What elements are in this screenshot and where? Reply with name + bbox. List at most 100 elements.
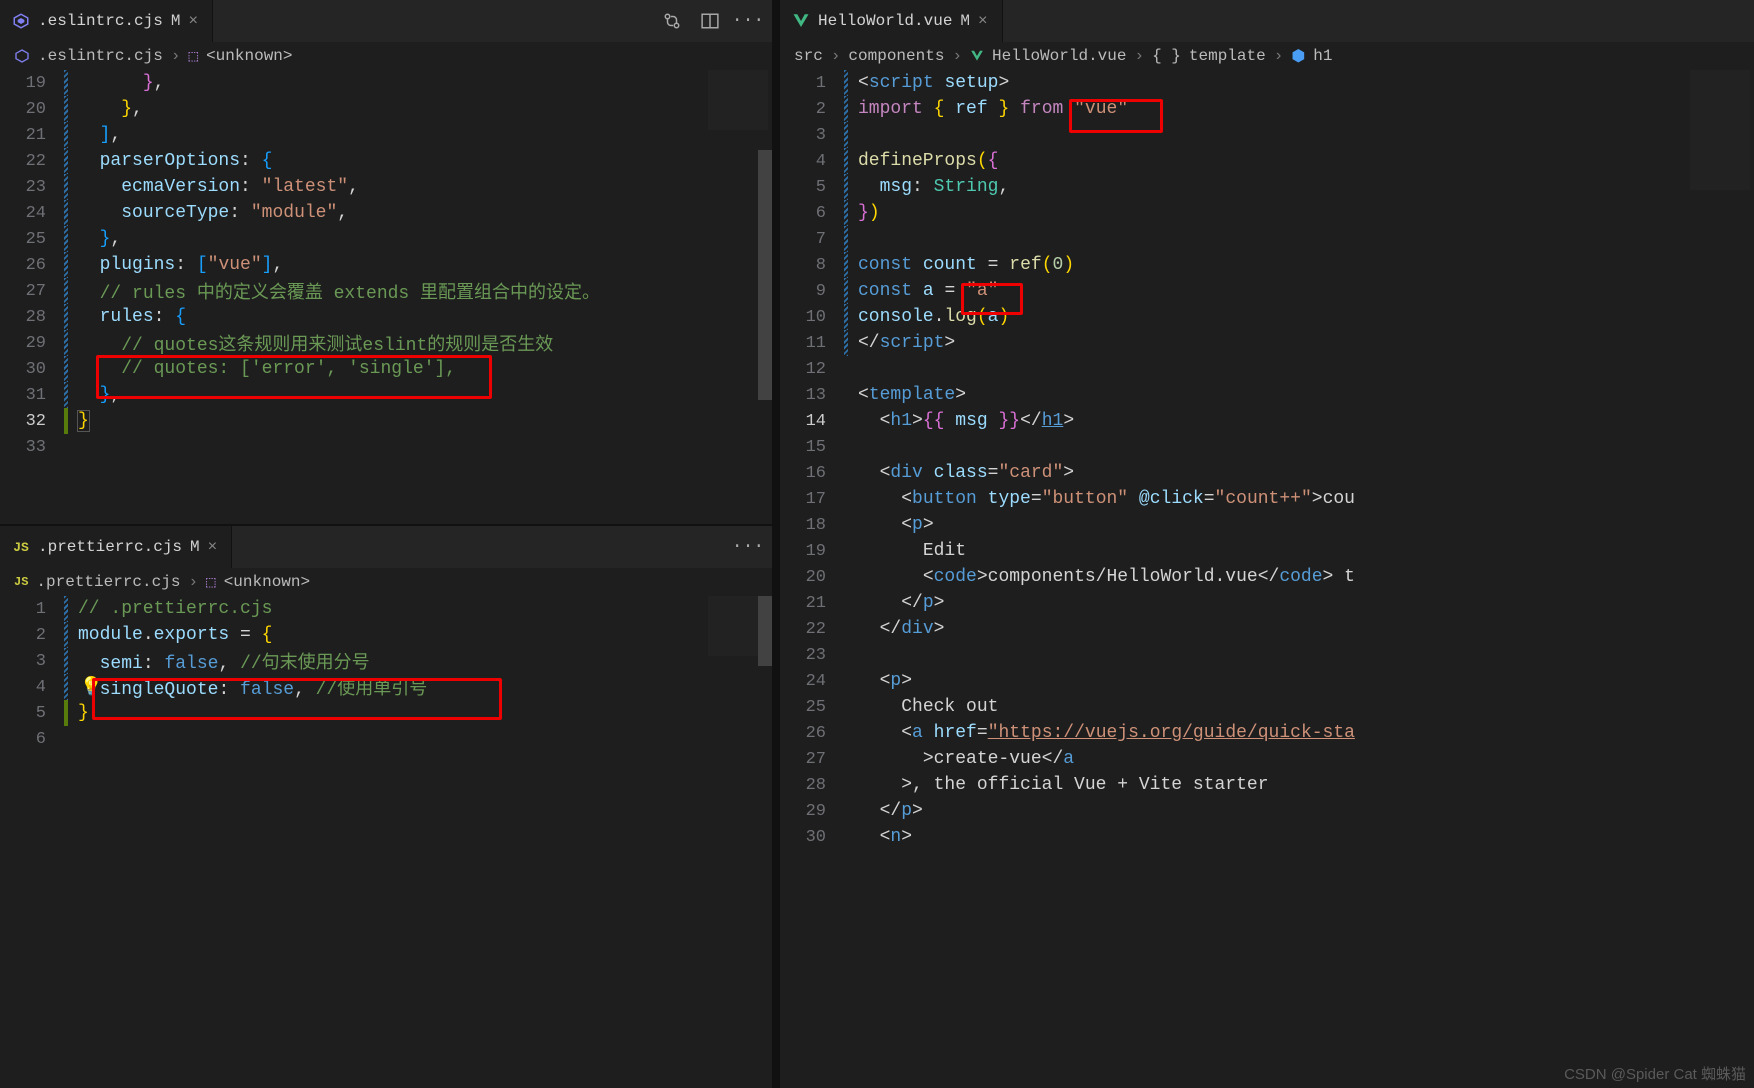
- code-content[interactable]: </div>: [858, 619, 944, 639]
- code-line[interactable]: 17 <button type="button" @click="count++…: [780, 486, 1754, 512]
- code-content[interactable]: <button type="button" @click="count++">c…: [858, 489, 1355, 509]
- close-icon[interactable]: ×: [208, 538, 218, 556]
- code-line[interactable]: 33: [0, 434, 772, 460]
- crumb-symbol[interactable]: <unknown>: [206, 47, 292, 65]
- code-line[interactable]: 15: [780, 434, 1754, 460]
- code-line[interactable]: 32}: [0, 408, 772, 434]
- vertical-splitter[interactable]: [772, 0, 780, 1088]
- code-line[interactable]: 10console.log(a): [780, 304, 1754, 330]
- code-line[interactable]: 1<script setup>: [780, 70, 1754, 96]
- code-line[interactable]: 25 },: [0, 226, 772, 252]
- code-line[interactable]: 27 // rules 中的定义会覆盖 extends 里配置组合中的设定。: [0, 278, 772, 304]
- code-line[interactable]: 28 rules: {: [0, 304, 772, 330]
- minimap[interactable]: [1690, 70, 1750, 190]
- code-line[interactable]: 7: [780, 226, 1754, 252]
- code-content[interactable]: const count = ref(0): [858, 255, 1074, 275]
- code-line[interactable]: 22 parserOptions: {: [0, 148, 772, 174]
- code-line[interactable]: 24 sourceType: "module",: [0, 200, 772, 226]
- code-line[interactable]: 21 ],: [0, 122, 772, 148]
- code-line[interactable]: 25 Check out: [780, 694, 1754, 720]
- git-compare-icon[interactable]: [662, 11, 682, 31]
- code-line[interactable]: 29 // quotes这条规则用来测试eslint的规则是否生效: [0, 330, 772, 356]
- code-content[interactable]: ],: [78, 125, 121, 145]
- code-line[interactable]: 6}): [780, 200, 1754, 226]
- code-content[interactable]: Check out: [858, 697, 998, 717]
- code-line[interactable]: 13<template>: [780, 382, 1754, 408]
- code-line[interactable]: 1// .prettierrc.cjs: [0, 596, 772, 622]
- code-line[interactable]: 28 >, the official Vue + Vite starter: [780, 772, 1754, 798]
- code-editor[interactable]: 19 },20 },21 ],22 parserOptions: {23 ecm…: [0, 70, 772, 526]
- more-actions-icon[interactable]: ···: [738, 537, 758, 557]
- crumb-file[interactable]: .eslintrc.cjs: [38, 47, 163, 65]
- code-line[interactable]: 19 },: [0, 70, 772, 96]
- code-content[interactable]: <div class="card">: [858, 463, 1074, 483]
- code-content[interactable]: ecmaVersion: "latest",: [78, 177, 359, 197]
- code-line[interactable]: 2import { ref } from "vue": [780, 96, 1754, 122]
- code-line[interactable]: 3: [780, 122, 1754, 148]
- code-content[interactable]: <p>: [858, 515, 934, 535]
- code-line[interactable]: 6: [0, 726, 772, 752]
- code-editor[interactable]: 💡 1// .prettierrc.cjs2module.exports = {…: [0, 596, 772, 1088]
- code-content[interactable]: }): [858, 203, 880, 223]
- crumb-h1[interactable]: h1: [1313, 47, 1332, 65]
- code-content[interactable]: <code>components/HelloWorld.vue</code> t: [858, 567, 1355, 587]
- code-line[interactable]: 26 <a href="https://vuejs.org/guide/quic…: [780, 720, 1754, 746]
- breadcrumb[interactable]: src › components › HelloWorld.vue › { } …: [780, 42, 1754, 70]
- crumb-template[interactable]: template: [1189, 47, 1266, 65]
- code-line[interactable]: 9const a = "a": [780, 278, 1754, 304]
- code-content[interactable]: </script>: [858, 333, 955, 353]
- close-icon[interactable]: ×: [188, 12, 198, 30]
- code-line[interactable]: 11</script>: [780, 330, 1754, 356]
- code-content[interactable]: plugins: ["vue"],: [78, 255, 283, 275]
- code-content[interactable]: },: [78, 73, 164, 93]
- minimap[interactable]: [708, 70, 768, 130]
- code-content[interactable]: Edit: [858, 541, 966, 561]
- code-content[interactable]: <h1>{{ msg }}</h1>: [858, 411, 1074, 431]
- code-content[interactable]: }: [78, 411, 89, 431]
- code-line[interactable]: 16 <div class="card">: [780, 460, 1754, 486]
- crumb-src[interactable]: src: [794, 47, 823, 65]
- code-line[interactable]: 8const count = ref(0): [780, 252, 1754, 278]
- code-line[interactable]: 30 <n>: [780, 824, 1754, 850]
- code-content[interactable]: // .prettierrc.cjs: [78, 599, 272, 619]
- code-line[interactable]: 20 },: [0, 96, 772, 122]
- tab-helloworld[interactable]: HelloWorld.vue M ×: [780, 0, 1003, 42]
- code-content[interactable]: <n>: [858, 827, 912, 847]
- code-content[interactable]: <template>: [858, 385, 966, 405]
- close-icon[interactable]: ×: [978, 12, 988, 30]
- crumb-components[interactable]: components: [848, 47, 944, 65]
- code-content[interactable]: semi: false, //句末使用分号: [78, 648, 370, 674]
- code-content[interactable]: },: [78, 99, 143, 119]
- horizontal-splitter[interactable]: [0, 524, 772, 526]
- code-line[interactable]: 14 <h1>{{ msg }}</h1>: [780, 408, 1754, 434]
- code-editor[interactable]: 1<script setup>2import { ref } from "vue…: [780, 70, 1754, 1088]
- code-line[interactable]: 5 msg: String,: [780, 174, 1754, 200]
- code-line[interactable]: 12: [780, 356, 1754, 382]
- tab-eslintrc[interactable]: .eslintrc.cjs M ×: [0, 0, 213, 42]
- code-line[interactable]: 4defineProps({: [780, 148, 1754, 174]
- code-line[interactable]: 2module.exports = {: [0, 622, 772, 648]
- code-content[interactable]: <p>: [858, 671, 912, 691]
- crumb-symbol[interactable]: <unknown>: [224, 573, 310, 591]
- code-line[interactable]: 20 <code>components/HelloWorld.vue</code…: [780, 564, 1754, 590]
- code-content[interactable]: >, the official Vue + Vite starter: [858, 775, 1269, 795]
- crumb-file[interactable]: HelloWorld.vue: [992, 47, 1126, 65]
- code-content[interactable]: </p>: [858, 801, 923, 821]
- code-content[interactable]: sourceType: "module",: [78, 203, 348, 223]
- breadcrumb[interactable]: .eslintrc.cjs › ⬚ <unknown>: [0, 42, 772, 70]
- tab-prettierrc[interactable]: JS .prettierrc.cjs M ×: [0, 526, 232, 568]
- code-content[interactable]: },: [78, 229, 121, 249]
- code-content[interactable]: </p>: [858, 593, 944, 613]
- crumb-file[interactable]: .prettierrc.cjs: [36, 573, 180, 591]
- code-line[interactable]: 21 </p>: [780, 590, 1754, 616]
- code-line[interactable]: 3 semi: false, //句末使用分号: [0, 648, 772, 674]
- more-actions-icon[interactable]: ···: [738, 11, 758, 31]
- code-content[interactable]: defineProps({: [858, 151, 998, 171]
- code-content[interactable]: >create-vue</a: [858, 749, 1074, 769]
- code-line[interactable]: 19 Edit: [780, 538, 1754, 564]
- code-line[interactable]: 24 <p>: [780, 668, 1754, 694]
- code-line[interactable]: 29 </p>: [780, 798, 1754, 824]
- breadcrumb[interactable]: JS .prettierrc.cjs › ⬚ <unknown>: [0, 568, 772, 596]
- split-editor-icon[interactable]: [700, 11, 720, 31]
- code-content[interactable]: parserOptions: {: [78, 151, 272, 171]
